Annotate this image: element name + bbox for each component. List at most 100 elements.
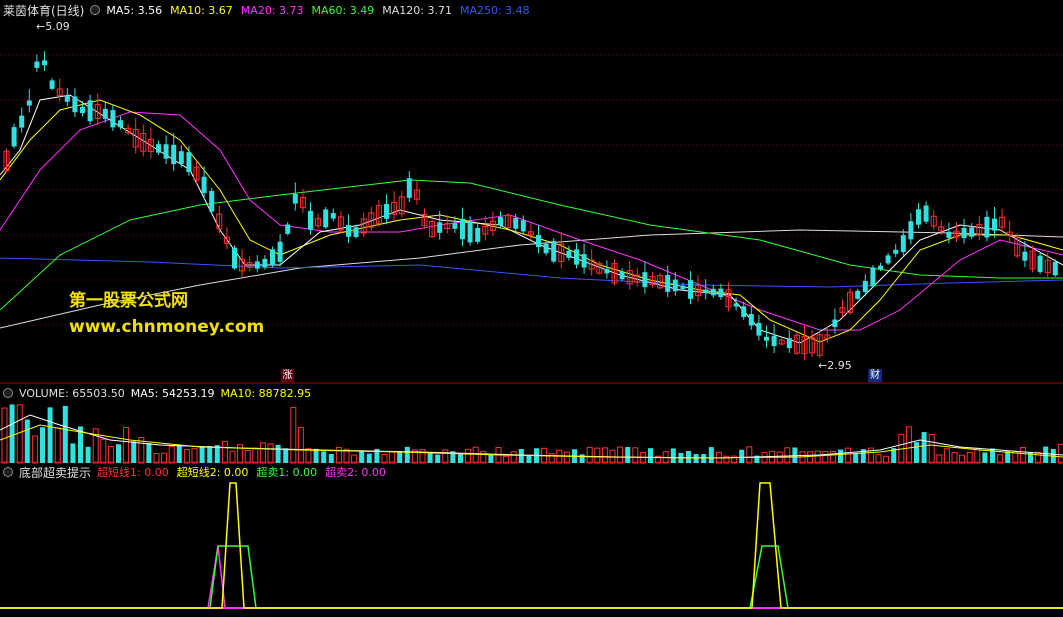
candle-body-down — [110, 110, 116, 128]
candle-body-down — [270, 249, 275, 266]
candle-body-down — [855, 290, 861, 299]
volume-header: VOLUME: 65503.50 MA5: 54253.19 MA10: 887… — [0, 386, 311, 400]
volume-bar-down — [62, 405, 68, 463]
indicator-settings-circle-icon[interactable] — [3, 467, 13, 477]
volume-bar-up — [807, 451, 814, 464]
volume-bar-down — [359, 450, 365, 463]
ma-legend-item: MA10: 3.67 — [170, 3, 233, 17]
zhang-marker[interactable]: 涨 — [281, 369, 294, 382]
candle-body-down — [292, 194, 298, 204]
volume-bar-down — [313, 448, 319, 463]
volume-bar-down — [693, 454, 699, 463]
volume-bar-up — [183, 449, 190, 464]
candle-body-down — [786, 338, 792, 349]
settings-circle-icon[interactable] — [90, 5, 101, 15]
ma-legend-item: MA120: 3.71 — [382, 3, 452, 17]
candle-body-down — [49, 80, 55, 89]
volume-bar-down — [579, 454, 585, 463]
candle-body-down — [642, 272, 648, 288]
candle-body-down — [862, 280, 868, 293]
candle-body-down — [969, 227, 975, 237]
volume-bar-down — [116, 444, 121, 463]
volume-bar-up — [480, 450, 487, 464]
ma-legend-item: MA5: 3.56 — [106, 3, 163, 17]
candle-body-down — [19, 115, 25, 128]
volume-bar-down — [526, 454, 532, 463]
candle-body-down — [330, 213, 336, 219]
shortline2-line — [0, 482, 1063, 609]
volume-bar-down — [708, 447, 714, 463]
candle-body-down — [961, 227, 967, 239]
candle-body-down — [498, 217, 503, 226]
candle-body-down — [551, 240, 557, 262]
candle-body-down — [308, 210, 313, 230]
chart-window[interactable]: 莱茵体育(日线) MA5: 3.56 MA10: 3.67 MA20: 3.73 MA… — [0, 0, 1063, 614]
volume-bar-down — [40, 427, 45, 463]
candle-body-down — [262, 258, 268, 268]
volume-bar-up — [290, 406, 297, 464]
high-price-annotation: ←5.09 — [36, 20, 70, 33]
volume-bar-up — [465, 448, 472, 464]
candle-body-down — [665, 274, 671, 292]
candle-body-down — [619, 271, 625, 280]
volume-bar-down — [670, 448, 676, 463]
volume-ma5: MA5: 54253.19 — [130, 386, 215, 400]
candle-body-down — [323, 209, 329, 228]
indicator-legend: 超短线1: 0.00 超短线2: 0.00 超卖1: 0.00 超卖2: 0.00 — [97, 464, 386, 480]
cai-marker[interactable]: 财 — [868, 369, 882, 382]
volume-bar-up — [943, 448, 950, 464]
volume-bar-down — [70, 443, 76, 463]
volume-bar-up — [16, 404, 23, 464]
indicator-legend-item: 超短线1: 0.00 — [97, 466, 169, 479]
volume-bar-up — [1035, 451, 1042, 464]
volume-bar-up — [419, 448, 426, 464]
volume-bar-up — [784, 447, 791, 464]
candle-body-down — [733, 303, 739, 307]
volume-bar-down — [838, 449, 843, 463]
ma-legend-item: MA60: 3.49 — [311, 3, 375, 17]
candle-body-down — [452, 223, 458, 229]
volume-bar-down — [283, 448, 289, 463]
volume-bar-down — [397, 451, 403, 463]
volume-bar-down — [458, 452, 463, 463]
volume-bar-up — [259, 442, 266, 464]
volume-bar-down — [404, 446, 410, 463]
candle-body-down — [64, 95, 70, 102]
candle-body-down — [353, 227, 359, 237]
volume-bar-up — [845, 447, 852, 464]
volume-bar-up — [966, 451, 973, 464]
volume-bar-down — [739, 449, 745, 463]
candle-body-down — [870, 267, 876, 287]
candle-body-down — [102, 108, 108, 119]
volume-ma10: MA10: 88782.95 — [220, 386, 312, 400]
candle-body-down — [42, 60, 47, 66]
low-price-annotation: ←2.95 — [818, 359, 852, 372]
indicator-lines — [0, 482, 1063, 609]
volume-bar-up — [974, 447, 981, 464]
volume-bar-down — [488, 454, 494, 463]
candle-body-down — [11, 127, 17, 147]
oversold2-line — [0, 545, 1063, 609]
main-header: 莱茵体育(日线) MA5: 3.56 MA10: 3.67 MA20: 3.73 MA… — [0, 3, 530, 18]
volume-bar-up — [107, 445, 114, 464]
candle-body-down — [916, 209, 921, 225]
candle-body-down — [346, 225, 351, 237]
candle-body-down — [718, 288, 724, 298]
candle-body-down — [72, 96, 78, 113]
candle-body-down — [475, 227, 481, 242]
candle-body-down — [672, 279, 678, 292]
volume-bar-down — [625, 446, 631, 463]
candle-body-down — [710, 288, 716, 296]
candle-body-down — [384, 204, 389, 219]
volume-settings-circle-icon[interactable] — [3, 388, 13, 398]
candle-body-down — [900, 235, 906, 253]
candle-body-down — [118, 120, 123, 128]
candle-body-down — [878, 265, 883, 270]
volume-bar-up — [822, 450, 829, 464]
candle-body-down — [285, 224, 291, 234]
candle-body-down — [832, 319, 838, 328]
volume-bar-up — [54, 427, 61, 464]
volume-bar-down — [176, 445, 182, 463]
candle-body-down — [908, 221, 914, 240]
candle-body-down — [893, 249, 899, 254]
